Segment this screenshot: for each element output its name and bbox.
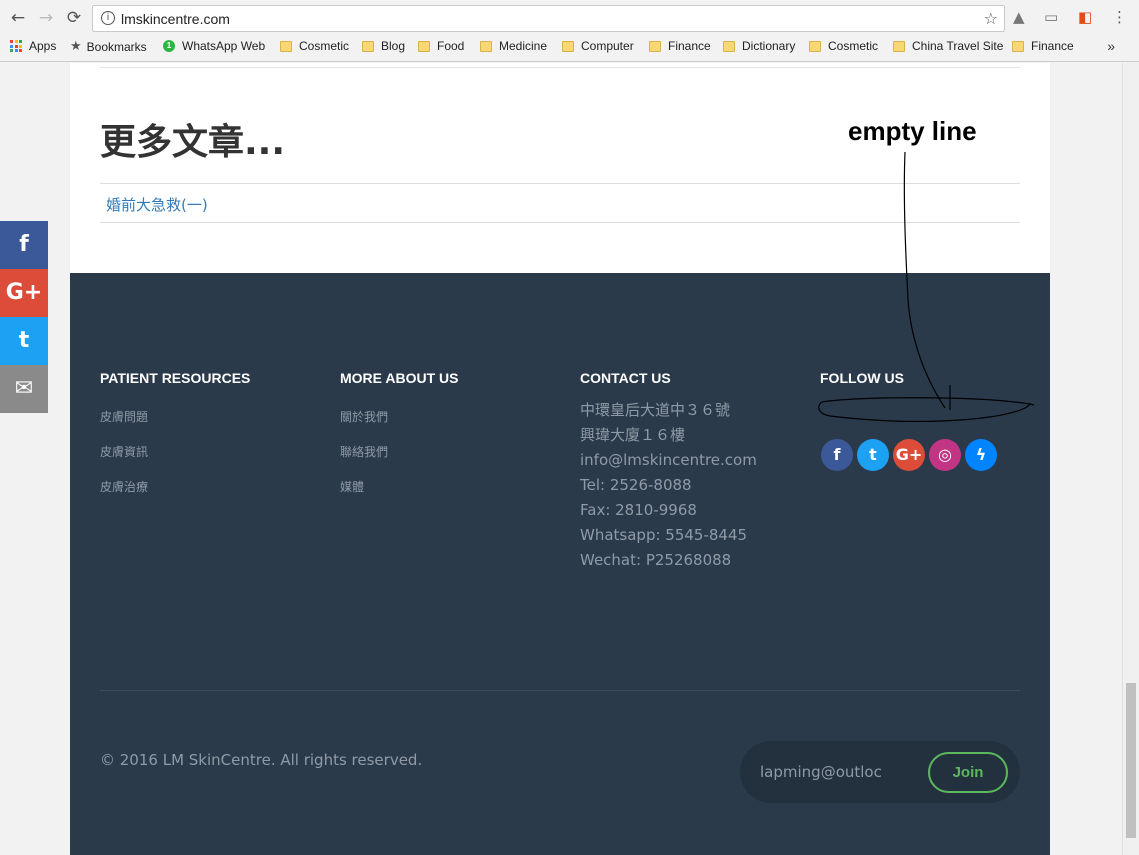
back-button[interactable]: ← (8, 8, 28, 28)
contact-address-line: 興瑋大廈１６樓 (580, 426, 686, 444)
bookmark-item[interactable]: Blog (362, 39, 405, 53)
scrollbar-thumb[interactable] (1126, 683, 1136, 838)
column-heading: CONTACT US (580, 370, 671, 386)
bookmark-item[interactable]: Apps (10, 39, 56, 53)
office-icon[interactable]: ◧ (1078, 8, 1092, 26)
newsletter-email-input[interactable] (760, 761, 910, 783)
footer-link[interactable]: 媒體 (340, 478, 458, 495)
bookmark-label: Finance (668, 39, 711, 53)
bookmark-label: Bookmarks (86, 39, 147, 54)
contact-whatsapp: Whatsapp: 5545-8445 (580, 526, 748, 544)
bookmark-item[interactable]: Cosmetic (280, 39, 349, 53)
footer-link[interactable]: 皮膚資訊 (100, 443, 250, 460)
bookmark-label: China Travel Site (912, 39, 1004, 53)
bookmark-label: Dictionary (742, 39, 796, 53)
footer-divider (100, 690, 1020, 691)
contact-tel: Tel: 2526-8088 (580, 476, 692, 494)
share-sidebar: f G+ t ✉ (0, 221, 48, 413)
join-button[interactable]: Join (928, 752, 1008, 793)
more-bookmarks-button[interactable]: » (1107, 38, 1115, 54)
footer-link[interactable]: 關於我們 (340, 408, 458, 425)
bookmarks-bar: Apps ★ Bookmarks 1 WhatsApp Web Cosmetic Blog F… (10, 38, 1135, 56)
bookmark-label: Medicine (499, 39, 548, 53)
bookmark-label: Food (437, 39, 465, 53)
contact-address-line: 中環皇后大道中３６號 (580, 401, 731, 419)
social-icons: f t G+ ◎ ϟ (821, 439, 997, 471)
contact-wechat: Wechat: P25268088 (580, 551, 732, 569)
google-plus-icon[interactable]: G+ (893, 439, 925, 471)
contact-email[interactable]: info@lmskincentre.com (580, 448, 757, 473)
bookmark-label: Cosmetic (299, 39, 350, 53)
whatsapp-icon: 1 (163, 40, 175, 52)
column-heading: MORE ABOUT US (340, 370, 459, 386)
bookmark-item[interactable]: Food (418, 39, 464, 53)
folder-icon (1012, 40, 1024, 52)
folder-icon (649, 40, 661, 52)
folder-icon (723, 40, 735, 52)
instagram-icon[interactable]: ◎ (929, 439, 961, 471)
folder-icon (562, 40, 574, 52)
column-heading: FOLLOW US (820, 370, 904, 386)
folder-icon (480, 40, 492, 52)
scrollbar[interactable] (1122, 63, 1139, 855)
bookmark-item[interactable]: Medicine (480, 39, 547, 53)
facebook-icon[interactable]: f (821, 439, 853, 471)
footer-link[interactable]: 皮膚治療 (100, 478, 250, 495)
copyright-text: © 2016 LM SkinCentre. All rights reserve… (100, 751, 423, 769)
folder-icon (418, 40, 430, 52)
footer-link[interactable]: 皮膚問題 (100, 408, 250, 425)
drive-icon[interactable]: ▲ (1013, 8, 1025, 26)
browser-chrome: ← → ⟳ i lmskincentre.com ☆ ▲ ▭ ◧ ⋮ Apps ★… (0, 0, 1139, 62)
divider (100, 67, 1020, 68)
contact-fax: Fax: 2810-9968 (580, 501, 697, 519)
footer-link[interactable]: 聯絡我們 (340, 443, 458, 460)
star-icon: ★ (70, 39, 82, 54)
bookmark-label: Cosmetic (828, 39, 879, 53)
folder-icon (362, 40, 374, 52)
bookmark-star-icon[interactable]: ☆ (984, 9, 998, 28)
folder-icon (893, 40, 905, 52)
cast-icon[interactable]: ▭ (1044, 8, 1058, 26)
page-viewport: 更多文章... 婚前大急救(一) PATIENT RESOURCES 皮膚問題 … (0, 63, 1139, 855)
share-twitter-button[interactable]: t (0, 317, 48, 365)
more-about-us-column: MORE ABOUT US 關於我們 聯絡我們 媒體 (340, 370, 458, 495)
patient-resources-column: PATIENT RESOURCES 皮膚問題 皮膚資訊 皮膚治療 (100, 370, 250, 495)
bookmark-label: Computer (581, 39, 634, 53)
bookmark-label: Blog (381, 39, 406, 53)
menu-icon[interactable]: ⋮ (1112, 8, 1127, 26)
contact-us-column: CONTACT US 中環皇后大道中３６號 興瑋大廈１６樓 info@lmski… (580, 370, 757, 573)
url-text[interactable]: lmskincentre.com (121, 11, 230, 27)
share-email-button[interactable]: ✉ (0, 365, 48, 413)
bookmark-item[interactable]: China Travel Site (893, 39, 1003, 53)
follow-us-column: FOLLOW US (820, 370, 904, 386)
address-bar[interactable]: i lmskincentre.com ☆ (92, 5, 1005, 32)
site-footer: PATIENT RESOURCES 皮膚問題 皮膚資訊 皮膚治療 MORE AB… (70, 273, 1050, 855)
bookmark-label: Finance (1031, 39, 1074, 53)
site-info-icon[interactable]: i (101, 11, 115, 25)
newsletter-form: Join (740, 741, 1020, 803)
twitter-icon[interactable]: t (857, 439, 889, 471)
column-heading: PATIENT RESOURCES (100, 370, 251, 386)
bookmark-label: WhatsApp Web (182, 39, 266, 53)
share-google-plus-button[interactable]: G+ (0, 269, 48, 317)
reload-button[interactable]: ⟳ (64, 8, 84, 28)
more-articles-title: 更多文章... (100, 122, 286, 163)
bookmark-item[interactable]: Dictionary (723, 39, 795, 53)
bookmark-item[interactable]: Finance (649, 39, 711, 53)
bookmark-label: Apps (29, 39, 57, 53)
forward-button[interactable]: → (36, 8, 56, 28)
bookmark-item[interactable]: 1 WhatsApp Web (163, 39, 265, 53)
bookmark-item[interactable]: Finance (1012, 39, 1074, 53)
bookmark-item[interactable]: ★ Bookmarks (70, 39, 147, 54)
apps-grid-icon (10, 40, 22, 52)
folder-icon (280, 40, 292, 52)
folder-icon (809, 40, 821, 52)
article-link[interactable]: 婚前大急救(一) (106, 194, 208, 215)
messenger-icon[interactable]: ϟ (965, 439, 997, 471)
share-facebook-button[interactable]: f (0, 221, 48, 269)
bookmark-item[interactable]: Cosmetic (809, 39, 878, 53)
content-area: 更多文章... 婚前大急救(一) PATIENT RESOURCES 皮膚問題 … (70, 63, 1050, 855)
bookmark-item[interactable]: Computer (562, 39, 634, 53)
article-list: 婚前大急救(一) (100, 183, 1020, 223)
